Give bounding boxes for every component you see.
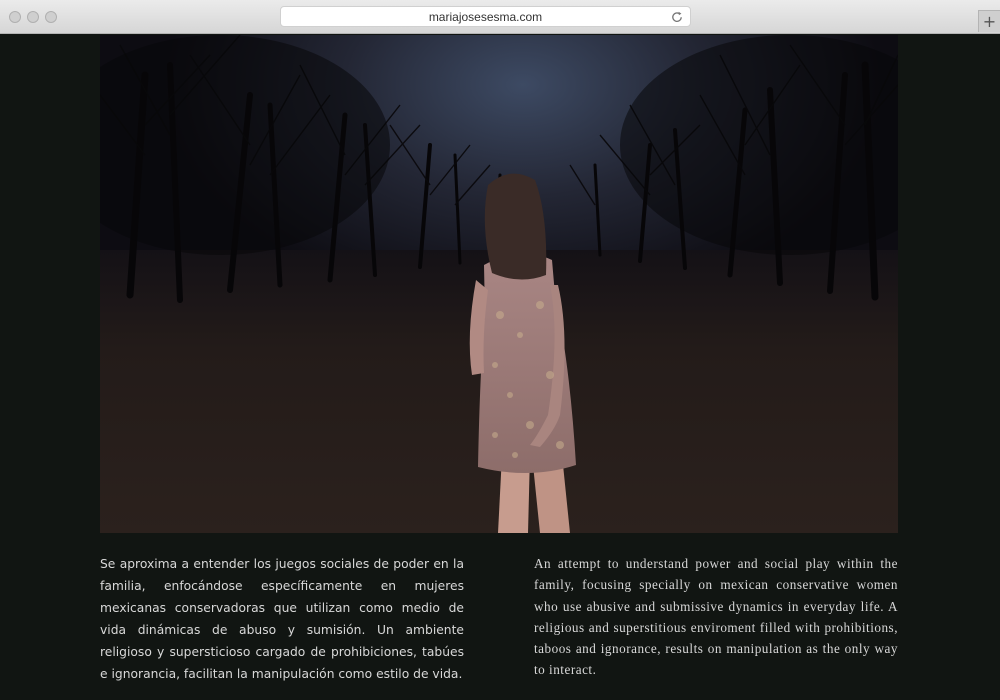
hero-photo — [100, 35, 898, 533]
address-bar[interactable]: mariajosesesma.com — [280, 6, 691, 27]
reload-icon[interactable] — [670, 10, 684, 24]
url-text: mariajosesesma.com — [428, 9, 543, 24]
new-tab-button[interactable]: + — [978, 10, 1000, 32]
description-spanish: Se aproxima a entender los juegos social… — [100, 557, 464, 681]
description-english: An attempt to understand power and socia… — [534, 556, 898, 678]
woman-in-orchard-image — [100, 35, 898, 533]
browser-toolbar: mariajosesesma.com + — [0, 0, 1000, 34]
page-content: Se aproxima a entender los juegos social… — [0, 35, 1000, 700]
close-window-button[interactable] — [9, 11, 21, 23]
maximize-window-button[interactable] — [45, 11, 57, 23]
minimize-window-button[interactable] — [27, 11, 39, 23]
